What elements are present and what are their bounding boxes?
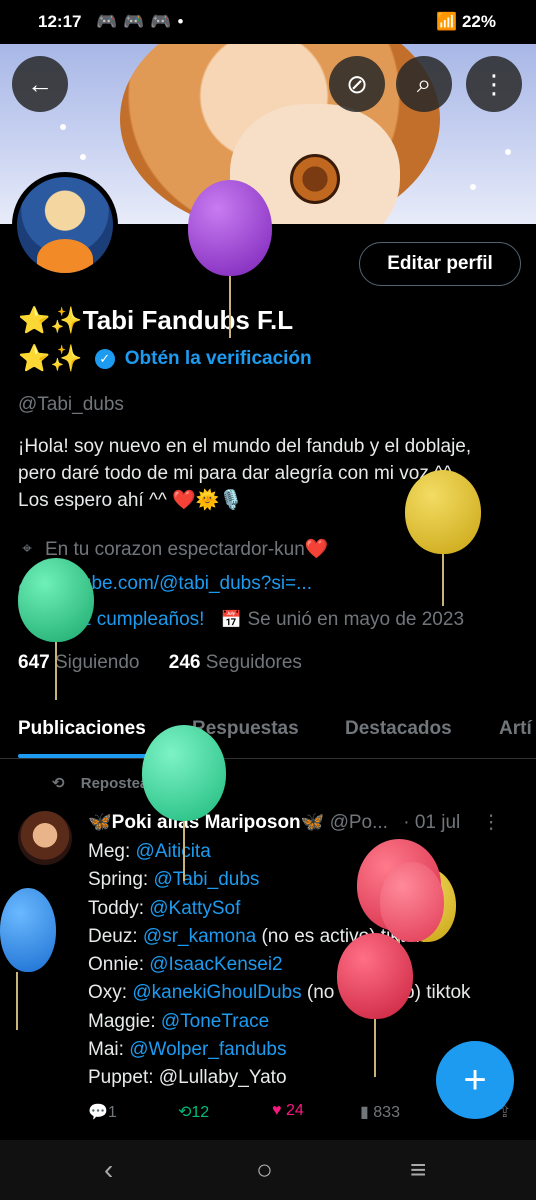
mention-link[interactable]: @Tabi_dubs bbox=[153, 869, 259, 890]
banner-art-eye bbox=[290, 154, 340, 204]
get-verified-link[interactable]: Obtén la verificación bbox=[125, 348, 312, 370]
system-nav-bar: ‹ ○ ≡ bbox=[0, 1140, 536, 1200]
profile-avatar[interactable] bbox=[12, 172, 118, 278]
post-line: Oxy: @kanekiGhoulDubs (no es activo) tik… bbox=[88, 982, 471, 1004]
battery-level: 22% bbox=[461, 12, 496, 31]
balloon-green bbox=[18, 558, 94, 642]
repost-icon: ⟲ bbox=[52, 775, 65, 792]
balloon-blue bbox=[0, 888, 56, 972]
post-date: · 01 jul bbox=[403, 812, 461, 833]
mention-link[interactable]: @Wolper_fandubs bbox=[129, 1039, 286, 1060]
balloon-red bbox=[337, 933, 413, 1019]
location-row: ⌖ En tu corazon espectardor-kun❤️ bbox=[18, 537, 328, 561]
plus-icon: + bbox=[463, 1057, 487, 1102]
balloon-string bbox=[442, 554, 444, 606]
edit-profile-button[interactable]: Editar perfil bbox=[359, 242, 521, 286]
display-name-continued: ⭐✨ bbox=[18, 343, 83, 373]
status-time: 12:17 bbox=[38, 12, 82, 31]
balloon-string bbox=[229, 276, 231, 338]
heart-icon: ♥ bbox=[272, 1102, 282, 1119]
mention-link[interactable]: @kanekiGhoulDubs bbox=[132, 982, 301, 1003]
balloon-string bbox=[183, 821, 185, 881]
back-button[interactable]: ← bbox=[12, 56, 68, 112]
mention-link[interactable]: @Aiticita bbox=[136, 841, 211, 862]
discord-icon: 🎮 bbox=[123, 12, 151, 31]
post-line: Mai: @Wolper_fandubs bbox=[88, 1039, 287, 1061]
balloon-yellow bbox=[405, 470, 481, 554]
location-text: En tu corazon espectardor-kun❤️ bbox=[45, 539, 329, 560]
verification-row[interactable]: ⭐✨ ✓ Obtén la verificación bbox=[18, 343, 312, 374]
repost-button[interactable]: ⟲12 bbox=[178, 1102, 209, 1122]
like-count: 24 bbox=[285, 1102, 304, 1119]
views-button[interactable]: ▮ 833 bbox=[360, 1102, 400, 1122]
tab-posts[interactable]: Publicaciones bbox=[18, 718, 146, 740]
status-right: 📶 22% bbox=[436, 12, 496, 32]
avatar-image bbox=[17, 177, 113, 273]
search-button[interactable]: ⌕ bbox=[396, 56, 452, 112]
bio-line: ¡Hola! soy nuevo en el mundo del fandub … bbox=[18, 436, 472, 457]
tab-highlights[interactable]: Destacados bbox=[345, 718, 452, 740]
search-icon: ⌕ bbox=[416, 68, 432, 98]
following-stat[interactable]: 647 Siguiendo bbox=[18, 652, 140, 673]
post-header: 🦋Poki alias Mariposon🦋 @Po... · 01 jul ⋮ bbox=[88, 810, 501, 834]
discord-icon: 🎮 bbox=[150, 12, 178, 31]
balloon-string bbox=[374, 1019, 376, 1077]
balloon-purple bbox=[188, 180, 272, 276]
username: @Tabi_dubs bbox=[18, 394, 124, 415]
post-author-avatar[interactable] bbox=[18, 811, 72, 865]
mention-link[interactable]: @IsaacKensei2 bbox=[149, 954, 282, 975]
post-author-handle[interactable]: @Po... bbox=[330, 812, 388, 833]
post-more-icon[interactable]: ⋮ bbox=[482, 812, 501, 833]
post-line: Puppet: @Lullaby_Yato bbox=[88, 1067, 287, 1089]
mention-link[interactable]: @ToneTrace bbox=[161, 1011, 269, 1032]
calendar-icon: 📅 bbox=[220, 610, 242, 629]
location-pin-icon: ⌖ bbox=[22, 539, 32, 558]
nav-recents-icon[interactable]: ≡ bbox=[410, 1154, 426, 1186]
reply-icon: 💬 bbox=[88, 1104, 108, 1121]
eye-slash-icon: ⊘ bbox=[346, 68, 368, 99]
nav-home-icon[interactable]: ○ bbox=[256, 1154, 273, 1186]
verified-badge-icon: ✓ bbox=[94, 348, 115, 369]
compose-button[interactable]: + bbox=[436, 1041, 514, 1119]
discord-icon: 🎮 bbox=[96, 12, 124, 31]
balloon-string bbox=[55, 642, 57, 700]
reply-count: 1 bbox=[107, 1104, 117, 1121]
balloon-green bbox=[142, 725, 226, 821]
joined-date: Se unió en mayo de 2023 bbox=[247, 609, 465, 630]
notification-icons: 🎮🎮🎮• bbox=[96, 12, 189, 32]
active-tab-indicator bbox=[18, 754, 156, 758]
display-name: ⭐✨Tabi Fandubs F.L bbox=[18, 305, 294, 335]
follow-stats: 647 Siguiendo 246 Seguidores bbox=[18, 652, 302, 674]
balloon-red bbox=[380, 862, 444, 942]
back-arrow-icon: ← bbox=[27, 68, 53, 99]
more-vert-icon: ⋮ bbox=[481, 68, 507, 99]
post-author-name[interactable]: 🦋Poki alias Mariposon🦋 bbox=[88, 812, 324, 833]
hide-button[interactable]: ⊘ bbox=[329, 56, 385, 112]
mention-link[interactable]: @sr_kamona bbox=[143, 926, 256, 947]
signal-icon: 📶 bbox=[436, 12, 458, 31]
mention-link[interactable]: @KattySof bbox=[149, 898, 240, 919]
tab-articles[interactable]: Artí bbox=[499, 718, 532, 740]
bar-chart-icon: ▮ bbox=[360, 1104, 369, 1121]
like-button[interactable]: ♥ 24 bbox=[272, 1102, 304, 1120]
post-line: Onnie: @IsaacKensei2 bbox=[88, 954, 283, 976]
status-bar: 12:17 🎮🎮🎮• 📶 22% bbox=[0, 0, 536, 44]
profile-tabs: Publicaciones Respuestas Destacados Artí bbox=[0, 700, 536, 759]
post-line: Maggie: @ToneTrace bbox=[88, 1010, 270, 1032]
repost-count: 12 bbox=[191, 1104, 210, 1121]
repost-icon: ⟲ bbox=[178, 1104, 192, 1121]
nav-back-icon[interactable]: ‹ bbox=[104, 1154, 113, 1186]
view-count: 833 bbox=[373, 1104, 400, 1121]
dot-icon: • bbox=[177, 12, 190, 31]
balloon-string bbox=[16, 972, 18, 1030]
more-button[interactable]: ⋮ bbox=[466, 56, 522, 112]
followers-stat[interactable]: 246 Seguidores bbox=[169, 652, 302, 673]
reply-button[interactable]: 💬1 bbox=[88, 1102, 117, 1122]
